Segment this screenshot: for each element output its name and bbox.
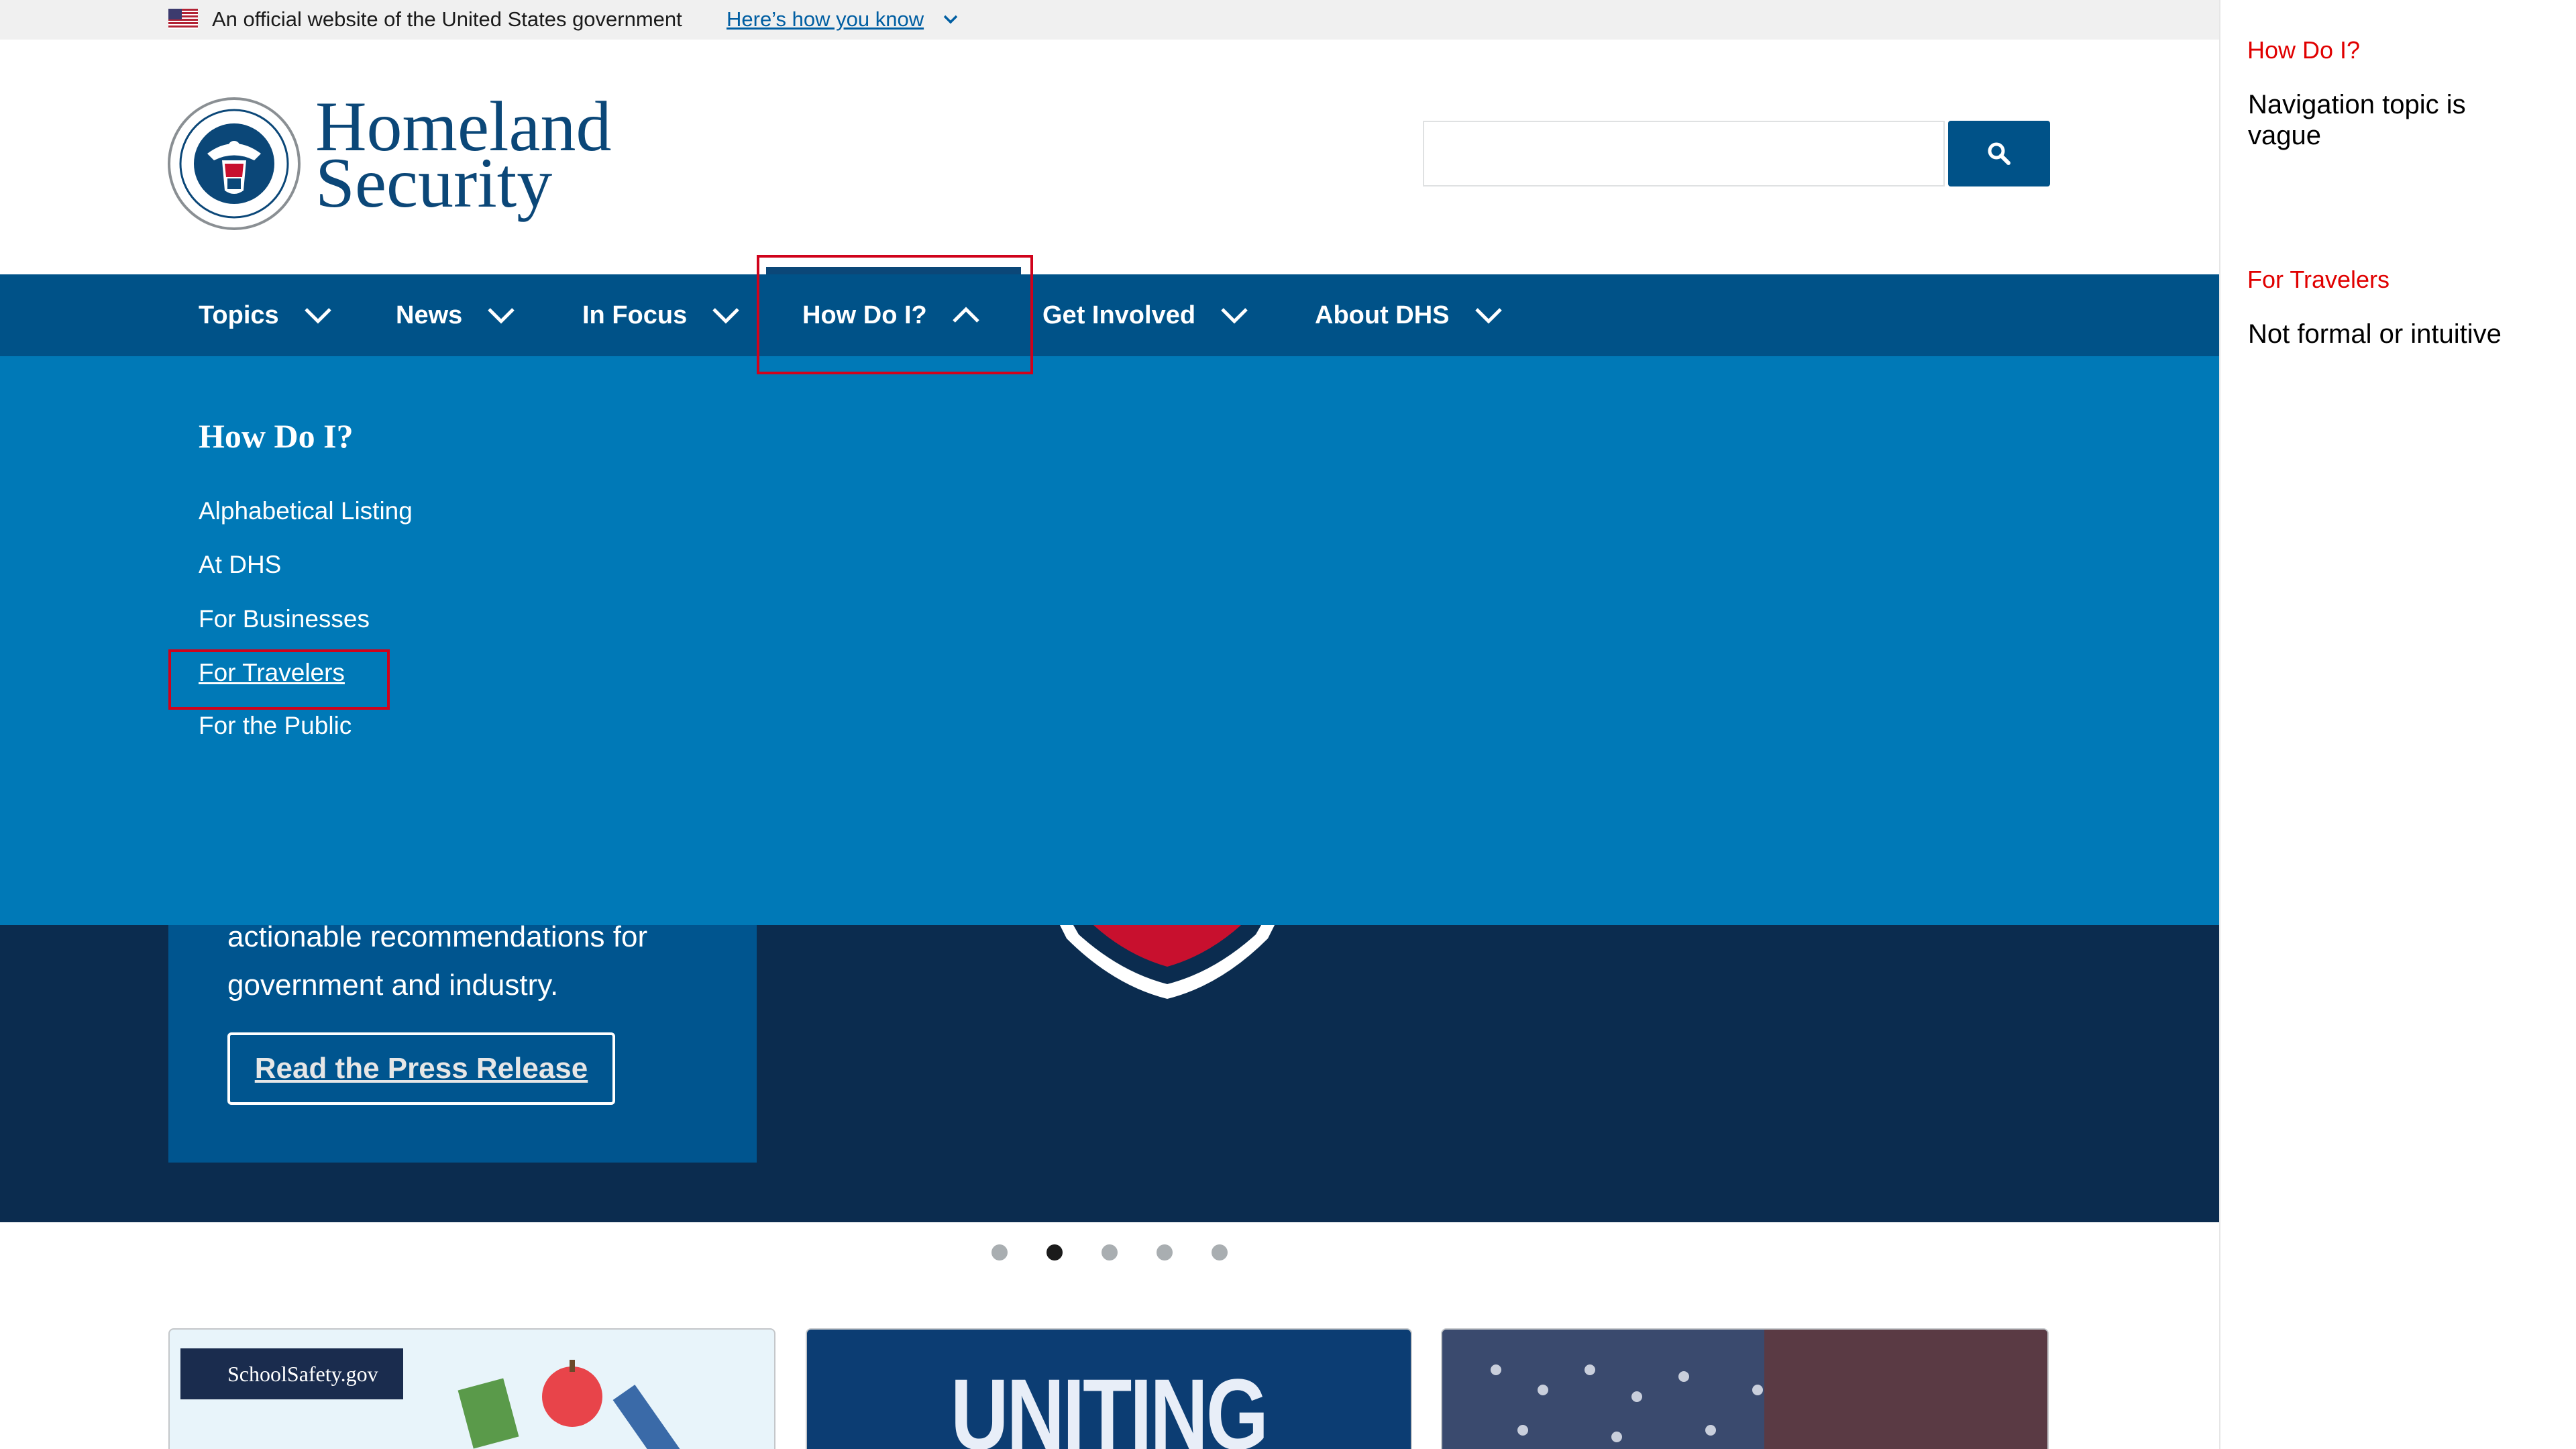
heres-how-you-know-link[interactable]: Here’s how you know [727, 6, 924, 33]
carousel-dot[interactable] [1212, 1244, 1228, 1260]
feature-card-uniting[interactable]: UNITING [806, 1328, 1412, 1449]
nav-item-label: Topics [199, 301, 279, 329]
chevron-down-icon [488, 308, 515, 324]
nav-item-in-focus[interactable]: In Focus [582, 274, 741, 356]
read-press-release-button[interactable]: Read the Press Release [227, 1032, 615, 1105]
annotation-body: Not formal or intuitive [2248, 319, 2502, 349]
nav-item-about-dhs[interactable]: About DHS [1315, 274, 1503, 356]
nav-item-news[interactable]: News [396, 274, 516, 356]
sidebar-divider [2219, 0, 2220, 1449]
hero-carousel: actionable recommendations for governmen… [0, 920, 2219, 1222]
nav-item-label: In Focus [582, 301, 688, 329]
nav-item-label: About DHS [1315, 301, 1450, 329]
carousel-dot-active[interactable] [1046, 1244, 1063, 1260]
dhs-seal-icon[interactable] [167, 97, 301, 231]
search-icon [1988, 142, 2010, 165]
hero-text: actionable recommendations for governmen… [227, 913, 647, 1010]
annotation-box-how-do-i [757, 255, 1033, 374]
search-input[interactable] [1423, 121, 1945, 186]
shield-graphic-icon [1060, 925, 1275, 999]
uniting-heading: UNITING [951, 1358, 1269, 1449]
hero-card: actionable recommendations for governmen… [168, 920, 757, 1163]
dropdown-title: How Do I? [199, 417, 354, 455]
carousel-dot[interactable] [1157, 1244, 1173, 1260]
dropdown-link-for-businesses[interactable]: For Businesses [199, 605, 370, 633]
chevron-down-icon [304, 308, 331, 324]
nav-item-get-involved[interactable]: Get Involved [1042, 274, 1249, 356]
annotation-title: How Do I? [2247, 36, 2361, 64]
chevron-down-icon [1221, 308, 1248, 324]
dropdown-link-alphabetical-listing[interactable]: Alphabetical Listing [199, 497, 413, 525]
annotation-title: For Travelers [2247, 266, 2390, 293]
gov-banner-text: An official website of the United States… [212, 7, 682, 31]
search-button[interactable] [1948, 121, 2050, 186]
site-logo-text[interactable]: Homeland Security [315, 91, 612, 219]
how-do-i-dropdown: How Do I? Alphabetical Listing At DHS Fo… [0, 356, 2219, 925]
annotation-box-for-travelers [168, 649, 390, 710]
chevron-down-icon[interactable] [942, 12, 959, 27]
school-supplies-illustration-icon [458, 1360, 693, 1449]
dropdown-link-at-dhs[interactable]: At DHS [199, 551, 281, 579]
carousel-dot[interactable] [991, 1244, 1008, 1260]
annotation-body: Navigation topic is vague [2248, 90, 2466, 150]
us-flag-icon [168, 9, 198, 29]
page: An official website of the United States… [0, 0, 2219, 1449]
hero-text-line: government and industry. [227, 969, 559, 1002]
nav-item-topics[interactable]: Topics [199, 274, 333, 356]
gov-banner: An official website of the United States… [0, 0, 2219, 40]
schoolsafety-badge: SchoolSafety.gov [180, 1348, 403, 1399]
feature-card-school-safety[interactable]: SchoolSafety.gov [168, 1328, 775, 1449]
main-nav: Topics News In Focus How Do I? Get Invol… [0, 274, 2219, 356]
american-flag-image-icon [1442, 1330, 2047, 1449]
feature-card-flag[interactable] [1441, 1328, 2049, 1449]
nav-item-label: Get Involved [1042, 301, 1196, 329]
chevron-down-icon [712, 308, 740, 324]
nav-item-label: News [396, 301, 463, 329]
carousel-dot[interactable] [1102, 1244, 1118, 1260]
chevron-down-icon [1474, 308, 1502, 324]
site-header: Homeland Security [0, 40, 2219, 274]
dropdown-link-for-the-public[interactable]: For the Public [199, 712, 352, 740]
